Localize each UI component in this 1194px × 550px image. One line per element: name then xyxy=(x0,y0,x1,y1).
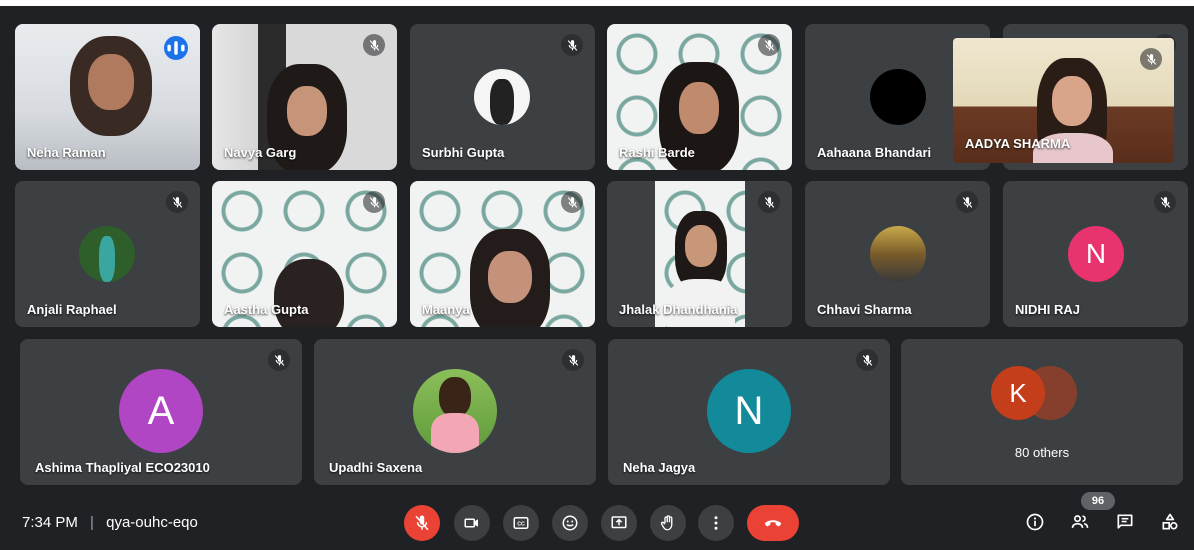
participant-tile[interactable]: Maanya xyxy=(410,181,595,327)
participant-avatar xyxy=(870,69,926,125)
others-initial-avatar: K xyxy=(991,366,1045,420)
participant-avatar xyxy=(474,69,530,125)
participant-name: Chhavi Sharma xyxy=(817,302,912,317)
emoji-icon xyxy=(562,515,578,531)
raise-hand-button[interactable] xyxy=(650,505,686,541)
participant-avatar xyxy=(79,226,135,282)
participant-name: Rashi Barde xyxy=(619,145,695,160)
others-count-label: 80 others xyxy=(1014,445,1070,460)
participant-tile[interactable]: A Ashima Thapliyal ECO23010 xyxy=(20,339,302,485)
activities-button[interactable] xyxy=(1158,510,1182,534)
participant-face xyxy=(685,225,717,267)
activities-icon xyxy=(1162,513,1178,530)
participant-name: Aahaana Bhandari xyxy=(817,145,932,160)
participant-name: Upadhi Saxena xyxy=(329,460,423,475)
meeting-code: qya-ouhc-eqo xyxy=(106,514,198,531)
camera-button[interactable] xyxy=(454,505,490,541)
mic-off-icon xyxy=(268,349,290,371)
mic-off-icon xyxy=(856,349,878,371)
chat-icon xyxy=(1117,514,1133,529)
participant-name: Neha Jagya xyxy=(623,460,696,475)
participant-face xyxy=(679,82,719,134)
participant-name: AADYA SHARMA xyxy=(965,136,1071,151)
top-border xyxy=(0,0,1194,6)
participant-initial-avatar: N xyxy=(707,369,791,453)
meeting-separator: | xyxy=(90,514,94,531)
mic-off-icon xyxy=(415,515,429,531)
participant-tile[interactable]: N NIDHI RAJ xyxy=(1003,181,1188,327)
participant-tile[interactable]: Neha Raman xyxy=(15,24,200,170)
participant-tile[interactable]: Navya Garg xyxy=(212,24,397,170)
participant-tile[interactable]: Chhavi Sharma xyxy=(805,181,990,327)
participant-avatar xyxy=(870,226,926,282)
mic-off-icon xyxy=(363,191,385,213)
call-end-icon xyxy=(764,520,782,527)
mic-off-icon xyxy=(561,34,583,56)
mic-off-icon xyxy=(562,349,584,371)
bottom-toolbar: 7:34 PM | qya-ouhc-eqo xyxy=(0,495,1194,550)
raise-hand-icon xyxy=(660,515,673,531)
meeting-details-button[interactable] xyxy=(1023,510,1047,534)
mic-off-icon xyxy=(561,191,583,213)
participant-name: Navya Garg xyxy=(224,145,297,160)
participant-name: Maanya xyxy=(422,302,470,317)
speaking-indicator-icon xyxy=(164,36,188,60)
participant-tile-pinned[interactable]: AADYA SHARMA xyxy=(953,38,1174,163)
more-vert-icon xyxy=(714,516,718,530)
participant-face xyxy=(1052,76,1092,126)
participant-initial-avatar: N xyxy=(1068,226,1124,282)
info-icon xyxy=(1026,513,1044,531)
participant-face xyxy=(287,86,327,136)
participant-avatar xyxy=(413,369,497,453)
people-button[interactable] xyxy=(1068,510,1092,534)
chat-button[interactable] xyxy=(1113,510,1137,534)
participant-name: Ashima Thapliyal ECO23010 xyxy=(35,460,210,475)
leave-call-button[interactable] xyxy=(747,505,799,541)
participant-name: Aastha Gupta xyxy=(224,302,309,317)
participant-tile[interactable]: Upadhi Saxena xyxy=(314,339,596,485)
participant-name: NIDHI RAJ xyxy=(1015,302,1081,317)
mic-off-icon xyxy=(1140,48,1162,70)
participant-tile[interactable]: Anjali Raphael xyxy=(15,181,200,327)
participant-face xyxy=(488,251,532,303)
mic-off-icon xyxy=(758,34,780,56)
participant-face xyxy=(88,54,134,110)
videocam-icon xyxy=(464,518,478,528)
participant-initial-avatar: A xyxy=(119,369,203,453)
mic-off-icon xyxy=(1154,191,1176,213)
emoji-button[interactable] xyxy=(552,505,588,541)
participant-tile[interactable]: Surbhi Gupta xyxy=(410,24,595,170)
mic-off-icon xyxy=(363,34,385,56)
participant-tile[interactable]: Rashi Barde xyxy=(607,24,792,170)
participant-name: Surbhi Gupta xyxy=(422,145,505,160)
mic-off-button[interactable] xyxy=(404,505,440,541)
mic-off-icon xyxy=(758,191,780,213)
participant-name: Anjali Raphael xyxy=(27,302,117,317)
more-options-button[interactable] xyxy=(698,505,734,541)
meeting-info: 7:34 PM | qya-ouhc-eqo xyxy=(22,514,198,531)
present-button[interactable] xyxy=(601,505,637,541)
participant-name: Jhalak Dhandhania xyxy=(619,302,738,317)
people-icon xyxy=(1071,515,1089,528)
present-screen-icon xyxy=(611,516,627,529)
participant-name: Neha Raman xyxy=(27,145,106,160)
mic-off-icon xyxy=(956,191,978,213)
svg-text:CC: CC xyxy=(517,522,525,528)
participant-count-badge: 96 xyxy=(1081,492,1115,510)
participant-tile[interactable]: N Neha Jagya xyxy=(608,339,890,485)
mic-off-icon xyxy=(166,191,188,213)
participant-tile[interactable]: Aastha Gupta xyxy=(212,181,397,327)
closed-captions-icon: CC xyxy=(513,517,529,529)
others-tile[interactable]: K 80 others xyxy=(901,339,1183,485)
participant-tile[interactable]: Jhalak Dhandhania xyxy=(607,181,792,327)
captions-button[interactable]: CC xyxy=(503,505,539,541)
meeting-time: 7:34 PM xyxy=(22,514,78,531)
